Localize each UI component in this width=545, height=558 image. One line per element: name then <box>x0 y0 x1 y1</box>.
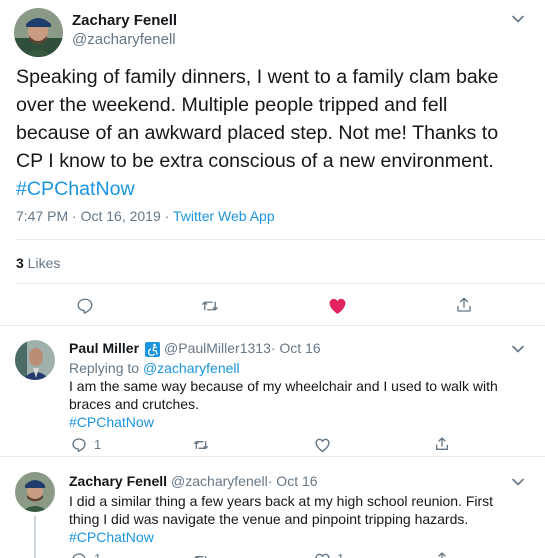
share-icon[interactable] <box>431 433 453 455</box>
replying-to: Replying to @zacharyfenell <box>69 360 240 376</box>
thread-line <box>34 516 36 558</box>
reply-count: 1 <box>94 437 102 452</box>
avatar[interactable] <box>15 340 55 380</box>
chevron-down-icon[interactable] <box>511 477 525 487</box>
tweet-metadata: 7:47 PM · Oct 16, 2019 · Twitter Web App <box>16 208 275 224</box>
tweet-timestamp[interactable]: · Oct 16 <box>271 340 321 356</box>
divider <box>16 283 545 284</box>
replying-to-label: Replying to <box>69 360 143 376</box>
reply-icon[interactable] <box>74 295 96 317</box>
hashtag-link[interactable]: #CPChatNow <box>69 528 529 546</box>
tweet-text: Speaking of family dinners, I went to a … <box>16 63 531 203</box>
like-icon[interactable] <box>311 549 333 558</box>
author-name[interactable]: Paul Miller <box>69 340 139 356</box>
reply-text-line: braces and crutches. <box>69 396 199 412</box>
retweet-icon[interactable] <box>190 434 212 456</box>
tweet-text-line: Speaking of family dinners, I went to a … <box>16 66 499 88</box>
likes-number: 3 <box>16 255 24 271</box>
reply-count: 1 <box>94 551 101 558</box>
reply-tweet[interactable]: Paul Miller @PaulMiller1313 · Oct 16 Rep… <box>0 327 545 457</box>
chevron-down-icon[interactable] <box>511 14 525 24</box>
hashtag-link[interactable]: #CPChatNow <box>16 175 531 203</box>
reply-text: I did a similar thing a few years back a… <box>69 492 529 546</box>
tweet-text-line: over the weekend. Multiple people trippe… <box>16 94 448 116</box>
retweet-icon[interactable] <box>199 295 221 317</box>
author-name[interactable]: Zachary Fenell <box>69 473 167 489</box>
likes-label: Likes <box>23 255 61 271</box>
avatar[interactable] <box>14 8 63 57</box>
tweet-text-line: because of an awkward placed step. Not m… <box>16 122 499 144</box>
reply-text-line: I am the same way because of my wheelcha… <box>69 378 498 394</box>
share-icon[interactable] <box>453 294 475 316</box>
reply-text-line: thing I did was navigate the venue and p… <box>69 511 469 527</box>
reply-icon[interactable] <box>68 549 90 558</box>
source-app-link[interactable]: Twitter Web App <box>173 208 275 224</box>
author-name[interactable]: Zachary Fenell <box>72 12 177 29</box>
likes-count[interactable]: 3 Likes <box>16 255 60 271</box>
author-handle[interactable]: @zacharyfenell <box>72 31 176 48</box>
retweet-icon[interactable] <box>190 549 212 558</box>
tweet-timestamp[interactable]: · Oct 16 <box>268 473 318 489</box>
like-icon-filled[interactable] <box>326 295 348 317</box>
chevron-down-icon[interactable] <box>511 344 525 354</box>
tweet-timestamp[interactable]: 7:47 PM · Oct 16, 2019 · <box>16 208 173 224</box>
hashtag-link[interactable]: #CPChatNow <box>69 413 529 431</box>
author-handle[interactable]: @PaulMiller1313 <box>164 340 271 356</box>
author-handle[interactable]: @zacharyfenell <box>171 473 268 489</box>
reply-text: I am the same way because of my wheelcha… <box>69 377 529 431</box>
reply-header: Paul Miller @PaulMiller1313 · Oct 16 <box>69 340 321 357</box>
accessibility-icon <box>145 341 161 357</box>
like-count: 1 <box>337 551 344 558</box>
share-icon[interactable] <box>431 548 453 558</box>
reply-tweet[interactable]: Zachary Fenell @zacharyfenell · Oct 16 I… <box>0 458 545 558</box>
reply-header: Zachary Fenell @zacharyfenell · Oct 16 <box>69 473 318 489</box>
divider <box>16 239 545 240</box>
reply-icon[interactable] <box>68 434 90 456</box>
reply-text-line: I did a similar thing a few years back a… <box>69 493 494 509</box>
like-icon[interactable] <box>311 434 333 456</box>
avatar[interactable] <box>15 472 55 512</box>
replying-to-handle[interactable]: @zacharyfenell <box>143 360 240 376</box>
main-tweet: Zachary Fenell @zacharyfenell Speaking o… <box>0 0 545 326</box>
tweet-text-line: CP I know to be extra conscious of a new… <box>16 150 494 172</box>
